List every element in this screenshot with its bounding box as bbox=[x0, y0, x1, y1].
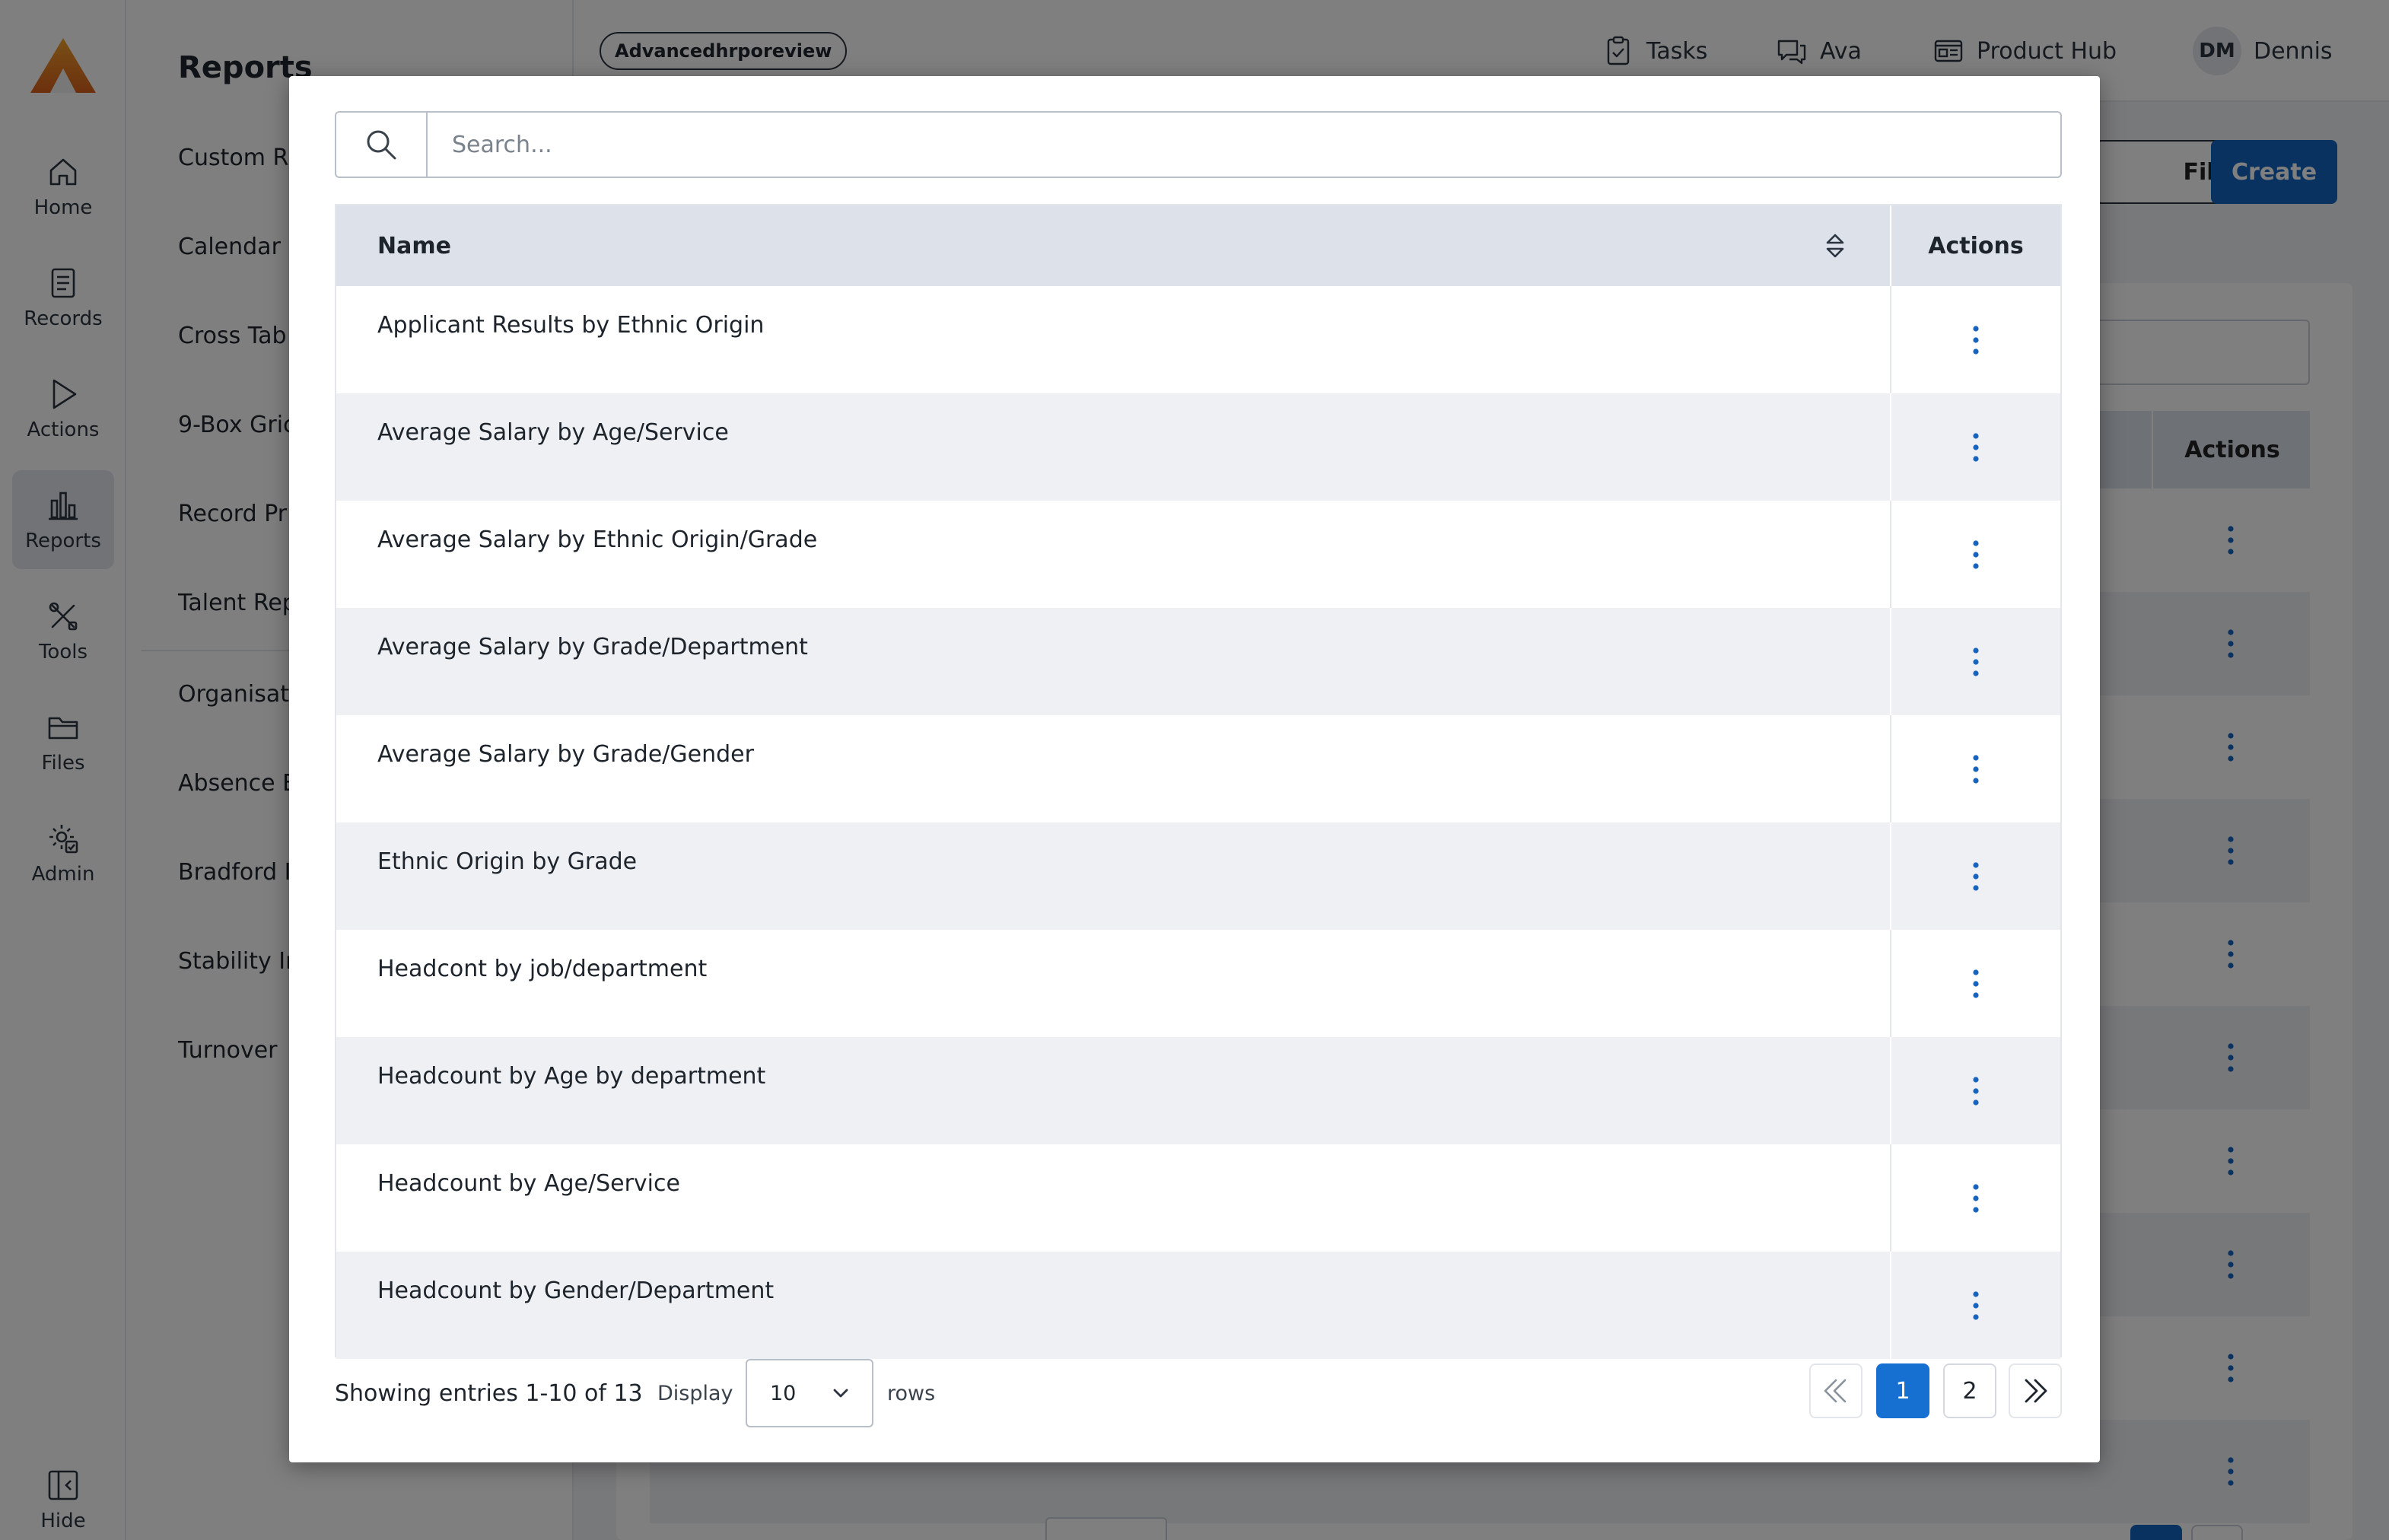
search-input[interactable] bbox=[426, 111, 2062, 178]
table-row[interactable]: Average Salary by Grade/Gender bbox=[336, 715, 2060, 822]
row-actions-cell bbox=[1890, 715, 2060, 822]
table-row[interactable]: Average Salary by Age/Service bbox=[336, 393, 2060, 501]
kebab-menu-icon bbox=[1973, 754, 1979, 784]
report-name[interactable]: Average Salary by Grade/Department bbox=[377, 634, 808, 660]
report-name[interactable]: Headcount by Gender/Department bbox=[377, 1278, 774, 1304]
table-header: Name Actions bbox=[336, 205, 2060, 286]
kebab-menu-icon bbox=[1973, 861, 1979, 891]
row-actions-cell bbox=[1890, 286, 2060, 393]
report-name[interactable]: Average Salary by Ethnic Origin/Grade bbox=[377, 527, 817, 553]
row-actions-cell bbox=[1890, 1037, 2060, 1144]
report-name[interactable]: Headcont by job/department bbox=[377, 956, 707, 982]
search-icon bbox=[367, 130, 396, 160]
row-actions-cell bbox=[1890, 608, 2060, 715]
report-name[interactable]: Average Salary by Age/Service bbox=[377, 419, 729, 446]
page-2-button[interactable]: 2 bbox=[1943, 1363, 1996, 1418]
report-name[interactable]: Average Salary by Grade/Gender bbox=[377, 741, 754, 768]
table-row[interactable]: Headcont by job/department bbox=[336, 930, 2060, 1037]
sort-icon[interactable] bbox=[1820, 230, 1850, 262]
kebab-menu-icon bbox=[1973, 1290, 1979, 1320]
row-actions-cell bbox=[1890, 393, 2060, 501]
table-row[interactable]: Average Salary by Ethnic Origin/Grade bbox=[336, 501, 2060, 608]
report-name[interactable]: Headcount by Age/Service bbox=[377, 1170, 680, 1197]
row-actions-cell bbox=[1890, 1144, 2060, 1252]
row-actions-button[interactable] bbox=[1961, 961, 1991, 1007]
actions-column-header: Actions bbox=[1890, 205, 2060, 286]
search-button[interactable] bbox=[335, 111, 426, 178]
kebab-menu-icon bbox=[1973, 539, 1979, 569]
table-row[interactable]: Headcount by Age by department bbox=[336, 1037, 2060, 1144]
kebab-menu-icon bbox=[1973, 969, 1979, 998]
chevron-down-icon bbox=[833, 1389, 848, 1398]
rows-per-page-select[interactable]: 10 bbox=[746, 1359, 873, 1427]
kebab-menu-icon bbox=[1973, 432, 1979, 462]
row-actions-button[interactable] bbox=[1961, 639, 1991, 685]
report-name[interactable]: Ethnic Origin by Grade bbox=[377, 848, 637, 875]
display-label: Display bbox=[657, 1381, 733, 1405]
reports-table: Name Actions Applicant Results by Ethnic… bbox=[335, 204, 2062, 1359]
report-picker-modal: Name Actions Applicant Results by Ethnic… bbox=[289, 76, 2100, 1462]
table-row[interactable]: Applicant Results by Ethnic Origin bbox=[336, 286, 2060, 393]
kebab-menu-icon bbox=[1973, 325, 1979, 355]
search-bar bbox=[335, 111, 2062, 178]
double-chevron-left-icon bbox=[1824, 1379, 1847, 1403]
kebab-menu-icon bbox=[1973, 1076, 1979, 1106]
table-row[interactable]: Ethnic Origin by Grade bbox=[336, 822, 2060, 930]
name-column-header[interactable]: Name bbox=[377, 205, 451, 286]
row-actions-cell bbox=[1890, 930, 2060, 1037]
row-actions-button[interactable] bbox=[1961, 1176, 1991, 1221]
report-name[interactable]: Applicant Results by Ethnic Origin bbox=[377, 312, 764, 339]
kebab-menu-icon bbox=[1973, 1183, 1979, 1213]
row-actions-button[interactable] bbox=[1961, 746, 1991, 792]
row-actions-button[interactable] bbox=[1961, 854, 1991, 899]
row-actions-cell bbox=[1890, 822, 2060, 930]
row-actions-button[interactable] bbox=[1961, 1283, 1991, 1328]
row-actions-cell bbox=[1890, 501, 2060, 608]
table-row[interactable]: Headcount by Gender/Department bbox=[336, 1252, 2060, 1359]
rows-per-page-value: 10 bbox=[770, 1381, 797, 1405]
table-row[interactable]: Average Salary by Grade/Department bbox=[336, 608, 2060, 715]
kebab-menu-icon bbox=[1973, 647, 1979, 676]
rows-label: rows bbox=[887, 1381, 936, 1405]
page-1-button[interactable]: 1 bbox=[1876, 1363, 1929, 1418]
first-page-button[interactable] bbox=[1809, 1363, 1863, 1418]
report-name[interactable]: Headcount by Age by department bbox=[377, 1063, 765, 1090]
entries-summary: Showing entries 1-10 of 13 bbox=[335, 1379, 643, 1407]
row-actions-button[interactable] bbox=[1961, 1068, 1991, 1114]
double-chevron-right-icon bbox=[2025, 1379, 2047, 1403]
last-page-button[interactable] bbox=[2009, 1363, 2062, 1418]
row-actions-button[interactable] bbox=[1961, 425, 1991, 470]
row-actions-button[interactable] bbox=[1961, 317, 1991, 363]
row-actions-cell bbox=[1890, 1252, 2060, 1359]
table-row[interactable]: Headcount by Age/Service bbox=[336, 1144, 2060, 1252]
row-actions-button[interactable] bbox=[1961, 532, 1991, 578]
